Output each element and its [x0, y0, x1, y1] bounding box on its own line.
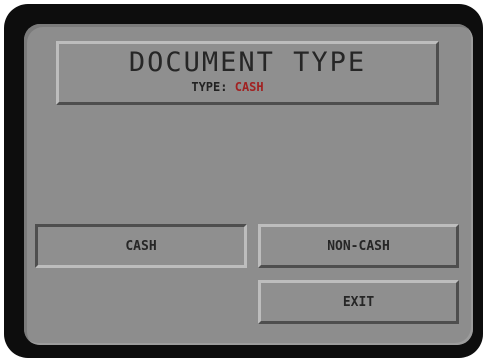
document-type-label: TYPE:	[191, 80, 235, 94]
non-cash-button[interactable]: NON-CASH	[258, 224, 459, 268]
non-cash-button-label: NON-CASH	[327, 238, 390, 254]
page-title: DOCUMENT TYPE	[128, 47, 367, 78]
title-panel: DOCUMENT TYPE TYPE: CASH	[56, 41, 439, 105]
exit-button-label: EXIT	[342, 294, 375, 310]
cash-button[interactable]: CASH	[35, 224, 247, 268]
exit-button[interactable]: EXIT	[258, 280, 459, 324]
cash-button-label: CASH	[125, 238, 157, 254]
document-type-status: TYPE: CASH	[59, 80, 436, 94]
document-type-value: CASH	[234, 80, 264, 94]
